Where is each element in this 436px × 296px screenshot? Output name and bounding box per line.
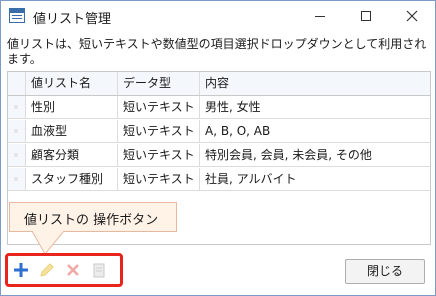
row-selector[interactable] — [8, 96, 26, 118]
table-row[interactable]: 血液型 短いテキスト A, B, O, AB — [8, 120, 430, 143]
row-selector[interactable] — [8, 120, 26, 142]
column-header-type[interactable]: データ型 — [118, 72, 200, 95]
delete-icon — [67, 264, 79, 276]
edit-button[interactable] — [37, 260, 57, 280]
app-window-icon — [9, 8, 25, 23]
cell-content: 社員, アルバイト — [205, 172, 297, 186]
annotation-callout: 値リストの 操作ボタン — [9, 202, 177, 232]
cell-name: 血液型 — [26, 120, 118, 142]
cell-type: 短いテキスト — [118, 96, 200, 118]
column-header-content[interactable]: 内容 — [200, 72, 430, 95]
cell-content: 特別会員, 会員, 未会員, その他 — [205, 148, 372, 162]
value-list-dialog: 値リスト管理 値リストは、短いテキストや数値型の項目選択ドロップダウンとして利用… — [0, 0, 436, 296]
title-bar[interactable]: 値リスト管理 — [1, 1, 435, 31]
cell-type: 短いテキスト — [118, 144, 200, 166]
minimize-icon — [315, 16, 325, 17]
close-window-button[interactable] — [389, 1, 435, 31]
table-row[interactable]: スタッフ種別 短いテキスト 社員, アルバイト — [8, 168, 430, 191]
table-header-row: 値リスト名 データ型 内容 — [8, 72, 430, 96]
window-title: 値リスト管理 — [33, 12, 112, 27]
close-icon — [406, 10, 418, 22]
copy-button[interactable] — [89, 260, 109, 280]
cell-type: 短いテキスト — [118, 168, 200, 190]
cell-name: 顧客分類 — [26, 144, 118, 166]
copy-icon — [93, 263, 105, 278]
minimize-button[interactable] — [297, 1, 343, 31]
edit-icon — [40, 263, 54, 277]
description-text: 値リストは、短いテキストや数値型の項目選択ドロップダウンとして利用されます。 — [7, 37, 427, 66]
maximize-icon — [361, 11, 371, 21]
table-row[interactable]: 性別 短いテキスト 男性, 女性 — [8, 96, 430, 119]
cell-name: 性別 — [26, 96, 118, 118]
cell-content: 男性, 女性 — [205, 100, 261, 114]
delete-button[interactable] — [63, 260, 83, 280]
row-selector[interactable] — [8, 144, 26, 166]
table-row[interactable]: 顧客分類 短いテキスト 特別会員, 会員, 未会員, その他 — [8, 144, 430, 167]
column-header-name[interactable]: 値リスト名 — [26, 72, 118, 95]
add-icon — [14, 263, 28, 277]
callout-pointer — [31, 231, 65, 255]
maximize-button[interactable] — [343, 1, 389, 31]
cell-name: スタッフ種別 — [26, 168, 118, 190]
callout-text: 値リストの 操作ボタン — [24, 213, 159, 228]
row-selector[interactable] — [8, 168, 26, 190]
row-selector-header — [8, 72, 26, 95]
add-button[interactable] — [11, 260, 31, 280]
cell-content: A, B, O, AB — [205, 124, 271, 138]
close-button[interactable]: 閉じる — [345, 259, 425, 284]
cell-type: 短いテキスト — [118, 120, 200, 142]
